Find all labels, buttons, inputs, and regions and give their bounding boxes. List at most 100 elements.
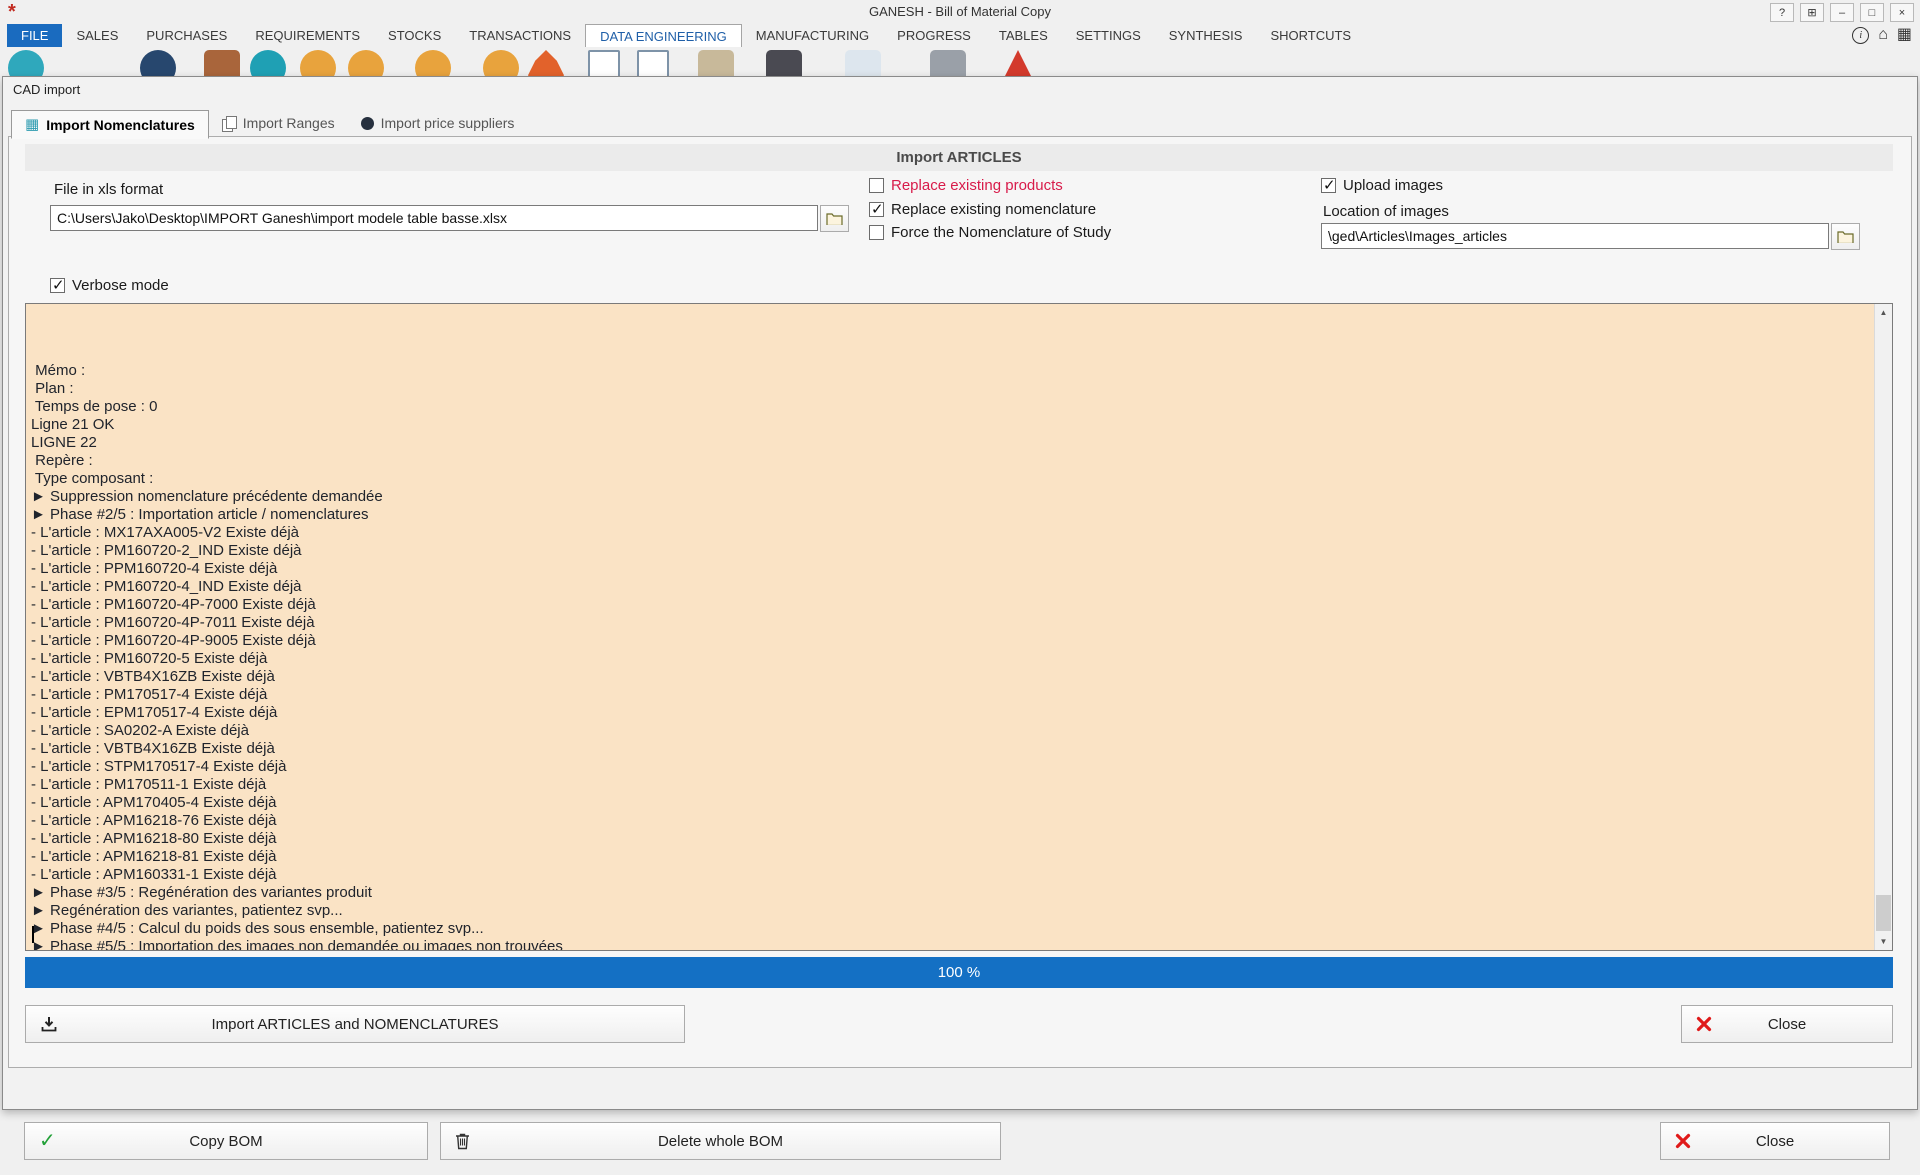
help-button[interactable]: ? [1770,3,1794,22]
menu-item[interactable]: DATA ENGINEERING [585,24,742,48]
footer-close-button[interactable]: Close [1660,1122,1890,1160]
checkbox-verbose-mode[interactable]: Verbose mode [50,277,169,294]
browse-file-button[interactable] [820,205,849,232]
minimize-button[interactable]: – [1830,3,1854,22]
log-line: - L'article : APM16218-76 Existe déjà [31,812,1870,830]
checkbox-box [869,178,884,193]
browse-images-button[interactable] [1831,223,1860,250]
red-x-icon [1696,1016,1712,1032]
nomenclatures-grid-icon: ▦ [25,117,39,132]
info-icon[interactable]: i [1852,27,1869,44]
log-line: LIGNE 22 [31,434,1870,452]
checkbox-box [1321,178,1336,193]
menubar: FILE SALES PURCHASES REQUIREMENTS STOCKS… [0,24,1920,48]
window-controls: ? ⊞ – □ × [1770,3,1914,22]
progress-label: 100 % [25,957,1893,988]
folder-open-icon [826,212,843,225]
menu-item[interactable]: TRANSACTIONS [455,24,585,47]
green-check-icon: ✓ [39,1131,56,1151]
log-output[interactable]: Mémo : Plan : Temps de pose : 0Ligne 21 … [25,303,1893,951]
log-line: - L'article : VBTB4X16ZB Existe déjà [31,668,1870,686]
tab-strip: ▦ Import Nomenclatures Import Ranges Imp… [11,110,527,137]
log-line: - L'article : STPM170517-4 Existe déjà [31,758,1870,776]
scrollbar-thumb[interactable] [1876,895,1891,931]
folder-open-icon [1837,230,1854,243]
file-path-input[interactable] [50,205,818,231]
text-cursor [32,926,34,943]
window-close-button[interactable]: × [1890,3,1914,22]
menu-item[interactable]: PROGRESS [883,24,985,47]
log-text: Mémo : Plan : Temps de pose : 0Ligne 21 … [31,308,1870,951]
checkbox-force-nomenclature-of-study[interactable]: Force the Nomenclature of Study [869,224,1111,241]
tab-import-ranges[interactable]: Import Ranges [209,110,348,136]
menu-item[interactable]: FILE [7,24,62,47]
menu-item[interactable]: SHORTCUTS [1256,24,1365,47]
images-location-input[interactable] [1321,223,1829,249]
log-line: Repère : [31,452,1870,470]
checkbox-replace-existing-nomenclature[interactable]: Replace existing nomenclature [869,201,1096,218]
app-logo-icon: * [8,1,16,24]
log-line: ► Phase #5/5 : Importation des images no… [31,938,1870,951]
home-icon[interactable]: ⌂ [1878,26,1888,44]
ranges-pages-icon [222,116,236,131]
titlebar: * GANESH - Bill of Material Copy ? ⊞ – □… [0,0,1920,24]
log-line: - L'article : PM160720-4P-9005 Existe dé… [31,632,1870,650]
log-scrollbar[interactable]: ▲ ▼ [1874,304,1892,950]
cad-import-dialog: CAD import ▦ Import Nomenclatures Import… [2,76,1918,1110]
menu-item[interactable]: SALES [62,24,132,47]
menubar-right-icons: i ⌂ ▦ [1852,26,1912,44]
scroll-up-icon[interactable]: ▲ [1875,304,1892,321]
log-line: - L'article : PPM160720-4 Existe déjà [31,560,1870,578]
log-line: - L'article : PM160720-4_IND Existe déjà [31,578,1870,596]
tab-label: Import price suppliers [381,115,515,131]
checkbox-box [869,225,884,240]
price-sphere-icon [361,117,374,130]
log-line: - L'article : EPM170517-4 Existe déjà [31,704,1870,722]
section-title: Import ARTICLES [25,144,1893,171]
log-line: Temps de pose : 0 [31,398,1870,416]
menu-item[interactable]: SYNTHESIS [1155,24,1257,47]
tab-import-price-suppliers[interactable]: Import price suppliers [348,110,528,136]
checkbox-replace-existing-products[interactable]: Replace existing products [869,177,1063,194]
log-line: - L'article : APM160331-1 Existe déjà [31,866,1870,884]
log-line: - L'article : PM170511-1 Existe déjà [31,776,1870,794]
tab-import-nomenclatures[interactable]: ▦ Import Nomenclatures [11,110,209,139]
maximize-button[interactable]: □ [1860,3,1884,22]
log-line: - L'article : MX17AXA005-V2 Existe déjà [31,524,1870,542]
window-extra-button[interactable]: ⊞ [1800,3,1824,22]
log-line: Type composant : [31,470,1870,488]
menu-item[interactable]: TABLES [985,24,1062,47]
checkbox-upload-images[interactable]: Upload images [1321,177,1443,194]
file-format-label: File in xls format [54,181,163,198]
log-line: ► Phase #2/5 : Importation article / nom… [31,506,1870,524]
log-line: - L'article : PM160720-2_IND Existe déjà [31,542,1870,560]
checkbox-box [50,278,65,293]
app-window: * GANESH - Bill of Material Copy ? ⊞ – □… [0,0,1920,1175]
dialog-title: CAD import [13,82,80,97]
menu-item[interactable]: STOCKS [374,24,455,47]
log-line: - L'article : PM160720-5 Existe déjà [31,650,1870,668]
menu-item[interactable]: PURCHASES [132,24,241,47]
menu-item[interactable]: SETTINGS [1062,24,1155,47]
trash-icon [455,1133,470,1150]
log-line: ► Suppression nomenclature précédente de… [31,488,1870,506]
log-line: Plan : [31,380,1870,398]
log-line: - L'article : PM170517-4 Existe déjà [31,686,1870,704]
log-line: - L'article : VBTB4X16ZB Existe déjà [31,740,1870,758]
menu-item[interactable]: MANUFACTURING [742,24,883,47]
delete-whole-bom-button[interactable]: Delete whole BOM [440,1122,1001,1160]
checkbox-box [869,202,884,217]
log-line: - L'article : PM160720-4P-7011 Existe dé… [31,614,1870,632]
import-articles-button[interactable]: Import ARTICLES and NOMENCLATURES [25,1005,685,1043]
menu-item[interactable]: REQUIREMENTS [241,24,374,47]
log-line: ► Regénération des variantes, patientez … [31,902,1870,920]
log-line: ► Phase #4/5 : Calcul du poids des sous … [31,920,1870,938]
window-title: GANESH - Bill of Material Copy [869,4,1051,19]
log-line: ► Phase #3/5 : Regénération des variante… [31,884,1870,902]
log-line: - L'article : APM16218-80 Existe déjà [31,830,1870,848]
grid-icon[interactable]: ▦ [1897,26,1912,44]
tab-label: Import Nomenclatures [46,117,195,133]
scroll-down-icon[interactable]: ▼ [1875,933,1892,950]
dialog-close-button[interactable]: Close [1681,1005,1893,1043]
copy-bom-button[interactable]: ✓ Copy BOM [24,1122,428,1160]
